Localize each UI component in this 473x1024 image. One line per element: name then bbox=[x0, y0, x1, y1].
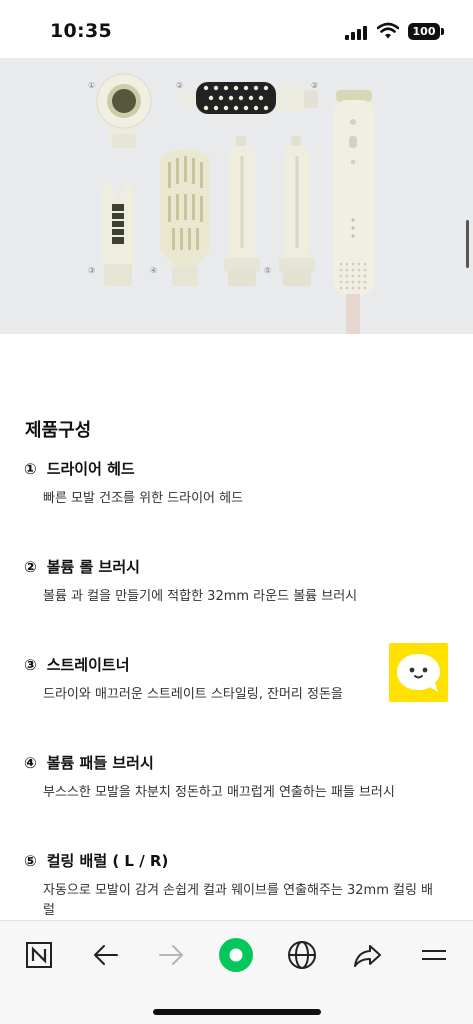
item-description: 자동으로 모발이 감겨 손쉽게 컬과 웨이브를 연출해주는 32mm 컬링 배럴 bbox=[43, 883, 434, 918]
home-circle-icon bbox=[219, 938, 253, 972]
photo-label: ② bbox=[176, 81, 183, 90]
photo-label: ④ bbox=[150, 266, 157, 275]
volume-roll-brush-attachment bbox=[180, 82, 318, 114]
component-item-curling-barrel: ⑤ 컬링 배럴 ( L / R) 자동으로 모발이 감겨 손쉽게 컬과 웨이브를 … bbox=[24, 850, 454, 920]
item-title: 드라이어 헤드 bbox=[46, 460, 135, 478]
photo-label: ① bbox=[88, 81, 95, 90]
browser-bottom-toolbar bbox=[0, 920, 473, 1024]
item-title: 스트레이트너 bbox=[46, 656, 130, 674]
green-dot-home-button[interactable] bbox=[216, 935, 256, 975]
photo-label: ③ bbox=[88, 266, 95, 275]
component-item-dryer-head: ① 드라이어 헤드 빠른 모발 건조를 위한 드라이어 헤드 bbox=[24, 458, 454, 509]
menu-button[interactable] bbox=[414, 935, 454, 975]
forward-button[interactable] bbox=[151, 935, 191, 975]
home-indicator bbox=[153, 1009, 321, 1015]
curling-barrel-left-attachment bbox=[224, 136, 260, 286]
menu-icon bbox=[422, 950, 446, 960]
cellular-signal-icon bbox=[345, 26, 369, 40]
photo-label: ⑤ bbox=[264, 266, 271, 275]
page-scrollbar[interactable] bbox=[466, 220, 469, 268]
chat-button[interactable] bbox=[389, 643, 448, 702]
naver-n-icon bbox=[26, 942, 52, 968]
item-number: ① bbox=[24, 459, 37, 478]
status-time: 10:35 bbox=[50, 20, 112, 42]
globe-button[interactable] bbox=[282, 935, 322, 975]
status-bar: 10:35 100 bbox=[0, 0, 473, 58]
share-button[interactable] bbox=[348, 935, 388, 975]
product-image: ① ② ② ③ ④ ⑤ bbox=[0, 58, 473, 334]
item-number: ④ bbox=[24, 753, 37, 772]
curling-barrel-right-attachment bbox=[279, 136, 315, 286]
product-illustration: ① ② ② ③ ④ ⑤ bbox=[0, 58, 473, 334]
item-description: 볼륨 과 컬을 만들기에 적합한 32mm 라운드 볼륨 브러시 bbox=[43, 589, 358, 604]
item-title: 컬링 배럴 ( L / R) bbox=[46, 852, 169, 870]
item-title: 볼륨 롤 브러시 bbox=[46, 558, 140, 576]
back-button[interactable] bbox=[86, 935, 126, 975]
naver-home-button[interactable] bbox=[20, 935, 60, 975]
battery-icon: 100 bbox=[408, 23, 440, 40]
item-number: ② bbox=[24, 557, 37, 576]
item-number: ③ bbox=[24, 655, 37, 674]
share-icon bbox=[354, 945, 381, 967]
wifi-icon bbox=[377, 22, 399, 39]
back-arrow-icon bbox=[94, 945, 118, 965]
item-title: 볼륨 패들 브러시 bbox=[46, 754, 154, 772]
chat-bubble-icon bbox=[397, 654, 440, 692]
photo-label: ② bbox=[311, 81, 318, 90]
item-description: 빠른 모발 건조를 위한 드라이어 헤드 bbox=[43, 491, 244, 506]
product-components-section: 제품구성 ① 드라이어 헤드 빠른 모발 건조를 위한 드라이어 헤드 ② 볼륨 롤… bbox=[0, 334, 473, 920]
section-title: 제품구성 bbox=[25, 420, 92, 441]
item-description: 부스스한 모발을 차분치 정돈하고 매끄럽게 연출하는 패들 브러시 bbox=[43, 785, 395, 800]
item-number: ⑤ bbox=[24, 851, 37, 870]
component-item-volume-paddle-brush: ④ 볼륨 패들 브러시 부스스한 모발을 차분치 정돈하고 매끄럽게 연출하는 패… bbox=[24, 752, 454, 803]
globe-icon bbox=[288, 941, 316, 969]
component-item-volume-roll-brush: ② 볼륨 롤 브러시 볼륨 과 컬을 만들기에 적합한 32mm 라운드 볼륨 브… bbox=[24, 556, 454, 607]
forward-arrow-icon bbox=[159, 945, 183, 965]
